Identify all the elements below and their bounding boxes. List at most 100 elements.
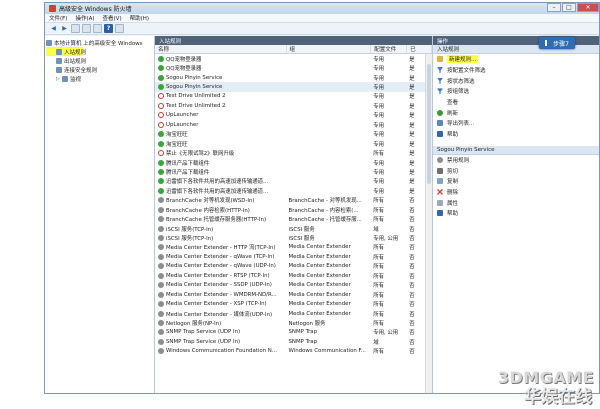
action-item[interactable]: 新建规则... xyxy=(433,54,599,65)
table-row[interactable]: BranchCache 内容检索(HTTP-In) BranchCache - 内… xyxy=(155,205,432,214)
rule-group: SNMP Trap xyxy=(288,329,318,336)
rule-name-cell: 腾讯产品下载组件 xyxy=(155,168,287,176)
rule-profile: 所有 xyxy=(373,320,384,327)
back-arrow-icon[interactable]: ◀ xyxy=(49,24,58,33)
table-row[interactable]: Netlogon 服务(NP-In) Netlogon 服务 所有否 xyxy=(155,318,432,327)
rules-list: QQ宠物登录器 专用是 QQ宠物登录器 专用是 Sogou Pinyin Service… xyxy=(155,54,432,393)
table-row[interactable]: Media Center Extender - SSDP (UDP-In) Med… xyxy=(155,281,432,290)
vertical-scrollbar[interactable] xyxy=(425,54,432,393)
maximize-icon[interactable]: □ xyxy=(562,3,576,12)
table-row[interactable]: BranchCache 托管缓存服务器(HTTP-In) BranchCache … xyxy=(155,214,432,223)
table-row[interactable]: 腾讯产品下载组件 专用是 xyxy=(155,158,432,167)
rule-name-cell: Test Drive Unlimited 2 xyxy=(155,102,287,109)
table-row[interactable]: UpLauncher 专用是 xyxy=(155,111,432,120)
table-row[interactable]: 腾讯产品下载组件 专用是 xyxy=(155,167,432,176)
action-item[interactable]: 帮助 xyxy=(433,208,599,219)
table-row[interactable]: 迅雷旗下各软件共用的高速加速传输通道... 专用是 xyxy=(155,186,432,195)
action-item[interactable]: 导出列表... xyxy=(433,118,599,129)
close-icon[interactable]: ✕ xyxy=(577,3,599,12)
column-enabled[interactable]: 已 xyxy=(407,45,432,53)
rule-profile: 所有 xyxy=(373,283,384,290)
copy-icon xyxy=(437,178,443,185)
table-row[interactable]: UpLauncher 专用是 xyxy=(155,120,432,129)
table-row[interactable]: Media Center Extender - WMDRM-ND/R... Med… xyxy=(155,290,432,299)
menu-action[interactable]: 操作(A) xyxy=(75,14,94,22)
forward-arrow-icon[interactable]: ▶ xyxy=(60,24,69,33)
export-icon[interactable] xyxy=(93,24,102,33)
rule-name: Media Center Extender - WMDRM-ND/R... xyxy=(166,291,277,298)
tree-item-inbound[interactable]: 入站规则 xyxy=(46,47,86,56)
action-item[interactable]: 属性 xyxy=(433,197,599,208)
action-item[interactable]: 查看 xyxy=(433,97,599,108)
table-row[interactable]: BranchCache 对等机发现(WSD-In) BranchCache - 对… xyxy=(155,196,432,205)
action-label: 剪切 xyxy=(447,168,459,175)
table-row[interactable]: Sogou Pinyin Service 专用是 xyxy=(155,73,432,82)
action-item[interactable]: 剪切 xyxy=(433,165,599,176)
rule-name: 淘宝旺旺 xyxy=(166,132,188,139)
rule-name: QQ宠物登录器 xyxy=(166,66,202,73)
tree-item-connection-security[interactable]: 连接安全规则 xyxy=(46,65,153,74)
table-row[interactable]: 淘宝旺旺 专用是 xyxy=(155,130,432,139)
disabled-status-icon xyxy=(158,329,164,336)
menu-help[interactable]: 帮助(H) xyxy=(130,14,149,22)
console-tree-icon[interactable] xyxy=(71,24,80,33)
action-label: 帮助 xyxy=(447,211,459,218)
table-row[interactable]: 禁止《无限试驾2》联网升级 所有是 xyxy=(155,148,432,157)
block-status-icon xyxy=(158,121,164,128)
disabled-status-icon xyxy=(158,206,164,213)
column-profile[interactable]: 配置文件 xyxy=(371,45,408,53)
menu-view[interactable]: 查看(V) xyxy=(103,14,122,22)
action-item[interactable]: 复制 xyxy=(433,176,599,187)
table-row[interactable]: iSCSI 服务(TCP-In) iSCSI 服务域否 xyxy=(155,224,432,233)
table-row[interactable]: Media Center Extender - qWave (UDP-In) Me… xyxy=(155,262,432,271)
rule-name-cell: Media Center Extender - WMDRM-ND/R... xyxy=(155,291,287,298)
allow-status-icon xyxy=(158,187,164,194)
column-name[interactable]: 名称 xyxy=(155,45,287,53)
watermark-text: 华娱在线 xyxy=(524,387,592,407)
table-row[interactable]: SNMP Trap Service (UDP In) SNMP Trap 域否 xyxy=(155,337,432,346)
scrollbar-thumb[interactable] xyxy=(427,64,431,184)
rule-profile: 所有 xyxy=(373,207,384,214)
rule-profile: 所有 xyxy=(373,273,384,280)
tree-root[interactable]: 本地计算机 上的高级安全 Windows xyxy=(46,38,153,47)
table-row[interactable]: iSCSI 服务(TCP-In) iSCSI 服务 专用, 公用否 xyxy=(155,233,432,242)
rule-name-cell: Sogou Pinyin Service xyxy=(155,74,287,81)
action-item[interactable]: 删除 xyxy=(433,187,599,198)
rule-profile: 域 xyxy=(373,339,379,346)
action-item[interactable]: 按组筛选 xyxy=(433,86,599,97)
table-row[interactable]: QQ宠物登录器 专用是 xyxy=(155,54,432,63)
column-header-row: 名称 组 配置文件 已 xyxy=(155,45,432,54)
minimize-icon[interactable]: – xyxy=(547,3,561,12)
action-item[interactable]: 刷新 xyxy=(433,107,599,118)
tree-item-outbound[interactable]: 出站规则 xyxy=(46,56,153,65)
action-item[interactable]: 禁用规则 xyxy=(433,155,599,166)
table-row[interactable]: Windows Communication Foundation N... Win… xyxy=(155,347,432,356)
rule-name: Netlogon 服务(NP-In) xyxy=(166,320,222,327)
column-group[interactable]: 组 xyxy=(287,45,372,53)
table-row[interactable]: Test Drive Unlimited 2 专用是 xyxy=(155,92,432,101)
table-row[interactable]: 淘宝旺旺 专用是 xyxy=(155,139,432,148)
tree-item-monitor[interactable]: ▷ 监视 xyxy=(46,74,153,83)
table-row[interactable]: Media Center Extender - qWave (TCP-In) Me… xyxy=(155,252,432,261)
table-row[interactable]: Media Center Extender - 媒体流(UDP-In) Media… xyxy=(155,309,432,318)
table-row[interactable]: Media Center Extender - RTSP (TCP-In) Med… xyxy=(155,271,432,280)
actions-section-selected-rule[interactable]: Sogou Pinyin Service xyxy=(433,145,599,155)
table-row[interactable]: 迅雷旗下各软件共用的高速加速传输通道... 专用是 xyxy=(155,177,432,186)
table-row[interactable]: Test Drive Unlimited 2 专用是 xyxy=(155,101,432,110)
action-item[interactable]: 按状态筛选 xyxy=(433,75,599,86)
action-item[interactable]: 按配置文件筛选 xyxy=(433,65,599,76)
action-item[interactable]: 帮助 xyxy=(433,129,599,140)
table-row[interactable]: Sogou Pinyin Service 专用是 xyxy=(155,82,432,92)
table-row[interactable]: SNMP Trap Service (UDP In) SNMP Trap 专用, 公… xyxy=(155,328,432,337)
table-row[interactable]: QQ宠物登录器 专用是 xyxy=(155,63,432,72)
rule-name-cell: BranchCache 对等机发现(WSD-In) xyxy=(155,196,287,204)
menu-file[interactable]: 文件(F) xyxy=(49,14,67,22)
table-row[interactable]: Media Center Extender - XSP (TCP-In) Medi… xyxy=(155,299,432,308)
help-icon xyxy=(437,131,443,138)
help-icon[interactable]: ? xyxy=(104,24,113,33)
rule-name: Media Center Extender - RTSP (TCP-In) xyxy=(166,272,270,279)
table-row[interactable]: Media Center Extender - HTTP 流(TCP-In) Me… xyxy=(155,243,432,252)
action-pane-icon[interactable] xyxy=(115,24,124,33)
properties-icon[interactable] xyxy=(82,24,91,33)
rule-name: 腾讯产品下载组件 xyxy=(166,169,210,176)
